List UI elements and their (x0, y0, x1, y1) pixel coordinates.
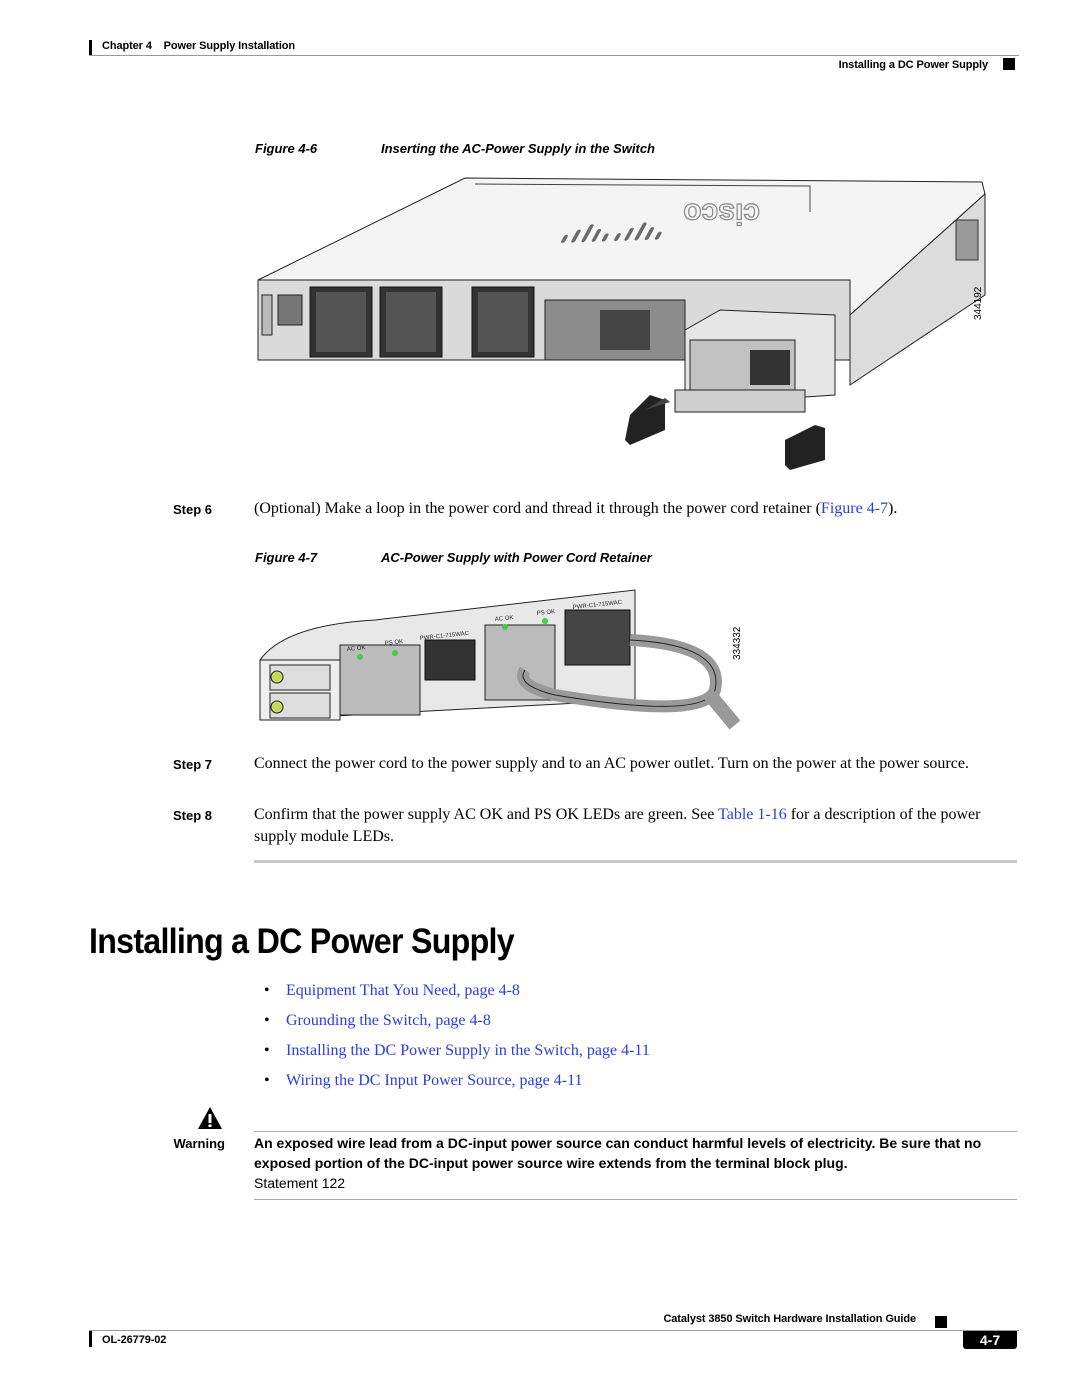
figure-4-7-illustration: AC OK PS OK PWR-C1-715WAC AC OK PS OK PW… (255, 585, 755, 730)
fan-modules (309, 286, 535, 358)
header-square-marker (1003, 58, 1015, 70)
psu-cord-retainer-illustration: AC OK PS OK PWR-C1-715WAC AC OK PS OK PW… (259, 589, 743, 730)
page-number: 4-7 (979, 1332, 1001, 1348)
section-bullet-list: • Equipment That You Need, page 4-8 • Gr… (264, 982, 650, 1102)
bullet-link[interactable]: Wiring the DC Input Power Source, page 4… (286, 1072, 582, 1090)
header-chapter: Chapter 4 Power Supply Installation (102, 40, 295, 52)
footer-doc-number: OL-26779-02 (102, 1334, 167, 1346)
step-7-label: Step 7 (172, 757, 212, 772)
figure-art-id: 334332 (732, 626, 743, 660)
bullet-dot-icon: • (264, 1072, 270, 1089)
footer-left-bar (89, 1331, 92, 1347)
step-6-text: (Optional) Make a loop in the power cord… (254, 498, 1024, 520)
table-1-16-link[interactable]: Table 1-16 (718, 806, 787, 823)
header-left-bar (89, 40, 92, 56)
power-supply-module (674, 309, 836, 413)
bullet-link[interactable]: Equipment That You Need, page 4-8 (286, 982, 520, 1000)
warning-text: An exposed wire lead from a DC-input pow… (254, 1135, 982, 1171)
bullet-item: • Equipment That You Need, page 4-8 (264, 982, 650, 1012)
bullet-link[interactable]: Grounding the Switch, page 4-8 (286, 1012, 491, 1030)
step-6-label: Step 6 (172, 502, 212, 517)
figure-art-id: 344192 (973, 286, 984, 320)
switch-chassis-illustration: cisco 344192 (257, 177, 986, 470)
warning-triangle-icon (197, 1106, 223, 1130)
bullet-dot-icon: • (264, 982, 270, 999)
step-8-label: Step 8 (172, 808, 212, 823)
figure-label: Figure 4-7 (255, 550, 318, 565)
warning-statement: Statement 122 (254, 1175, 346, 1191)
figure-4-6-illustration: cisco 344192 (250, 170, 1010, 480)
header-rule (89, 55, 1019, 56)
chapter-label: Chapter 4 (102, 40, 152, 52)
cisco-brand-text: cisco (683, 197, 760, 230)
bullet-item: • Wiring the DC Input Power Source, page… (264, 1072, 650, 1102)
step-8-text: Confirm that the power supply AC OK and … (254, 804, 1018, 848)
header-section-title: Installing a DC Power Supply (838, 59, 988, 71)
warning-label: Warning (173, 1136, 225, 1151)
figure-title: AC-Power Supply with Power Cord Retainer (381, 550, 652, 565)
figure-4-7-caption: Figure 4-7 AC-Power Supply with Power Cor… (255, 550, 855, 565)
insertion-arrow-right-icon (785, 425, 825, 470)
bullet-link[interactable]: Installing the DC Power Supply in the Sw… (286, 1042, 650, 1060)
bullet-dot-icon: • (264, 1012, 270, 1029)
step-6-text-before: (Optional) Make a loop in the power cord… (254, 500, 821, 517)
footer-guide-title: Catalyst 3850 Switch Hardware Installati… (663, 1313, 916, 1325)
footer-rule (89, 1330, 1019, 1331)
figure-4-6-caption: Figure 4-6 Inserting the AC-Power Supply … (255, 141, 855, 156)
figure-title: Inserting the AC-Power Supply in the Swi… (381, 141, 655, 156)
step-7-text: Connect the power cord to the power supp… (254, 755, 969, 772)
bullet-item: • Installing the DC Power Supply in the … (264, 1042, 650, 1072)
figure-label: Figure 4-6 (255, 141, 318, 156)
procedure-end-rule (254, 860, 1017, 863)
step-8-text-before: Confirm that the power supply AC OK and … (254, 806, 719, 823)
chapter-title: Power Supply Installation (163, 40, 296, 52)
footer-square-marker (935, 1316, 947, 1328)
bullet-item: • Grounding the Switch, page 4-8 (264, 1012, 650, 1042)
warning-top-rule (254, 1131, 1017, 1132)
step-6-text-after: ). (888, 500, 898, 517)
warning-bottom-rule (254, 1199, 1017, 1200)
bullet-dot-icon: • (264, 1042, 270, 1059)
page-number-tab: 4-7 (963, 1331, 1017, 1349)
section-heading: Installing a DC Power Supply (89, 922, 515, 961)
insertion-arrow-left-icon (625, 395, 670, 445)
figure-4-7-link[interactable]: Figure 4-7 (821, 500, 888, 517)
